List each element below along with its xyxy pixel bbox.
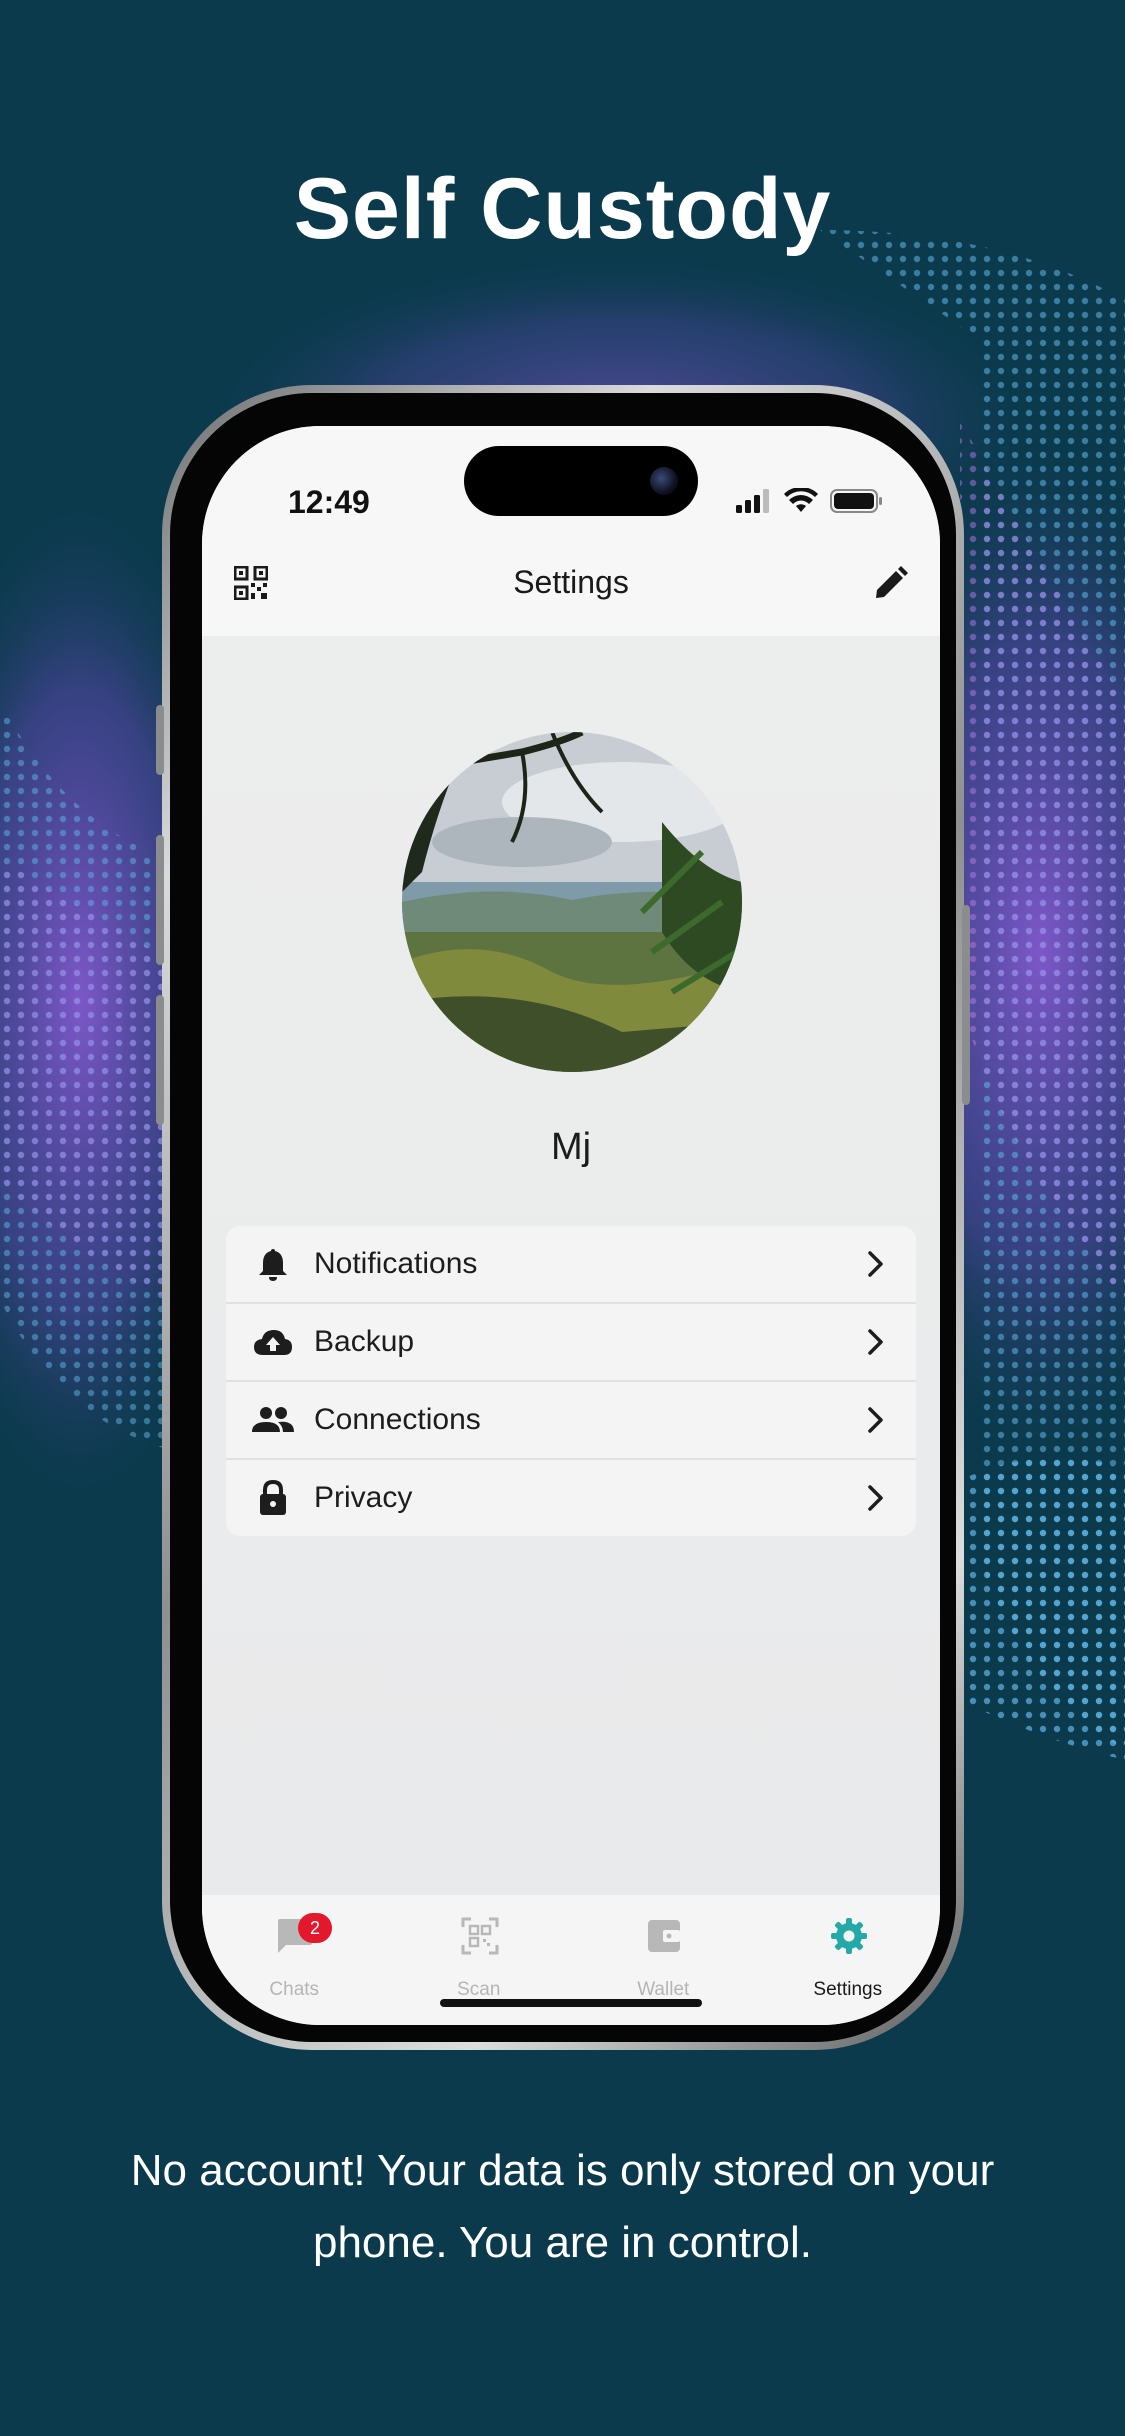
pencil-icon[interactable] [872, 566, 908, 602]
chevron-right-icon [868, 1485, 883, 1511]
phone-volume-up-button [156, 835, 164, 965]
signal-icon [736, 489, 769, 513]
battery-icon [830, 489, 882, 513]
headline: Self Custody [293, 161, 832, 257]
phone-screen: 12:49 Settings Mj Notifications Backup C… [202, 426, 940, 2025]
tab-label: Settings [813, 1979, 883, 2000]
menu-item-privacy[interactable]: Privacy [226, 1460, 916, 1536]
wifi-icon [784, 488, 818, 512]
profile-name: Mj [550, 1126, 592, 1168]
camera-icon [650, 467, 678, 495]
menu-item-label: Notifications [314, 1247, 478, 1280]
scan-icon [461, 1917, 498, 1955]
chevron-right-icon [868, 1251, 883, 1277]
menu-item-connections[interactable]: Connections [226, 1382, 916, 1460]
phone-action-button [156, 705, 164, 775]
menu-item-label: Privacy [314, 1481, 413, 1514]
settings-content: Mj Notifications Backup Connections Priv… [202, 636, 940, 1895]
chevron-right-icon [868, 1407, 883, 1433]
dynamic-island [464, 446, 698, 516]
lock-icon [252, 1477, 294, 1519]
page-title: Settings [513, 564, 629, 600]
bell-icon [252, 1243, 294, 1285]
gear-icon [830, 1918, 867, 1954]
menu-item-label: Connections [314, 1403, 481, 1436]
chevron-right-icon [868, 1329, 883, 1355]
phone-volume-down-button [156, 995, 164, 1125]
phone-power-button [962, 905, 970, 1105]
tab-label: Wallet [637, 1979, 690, 2000]
status-time: 12:49 [288, 484, 370, 520]
cloud-upload-icon [252, 1321, 294, 1363]
profile-avatar[interactable] [402, 732, 742, 1072]
status-icons [736, 488, 884, 514]
menu-item-notifications[interactable]: Notifications [226, 1226, 916, 1304]
menu-item-label: Backup [314, 1325, 415, 1358]
tab-label: Scan [457, 1979, 501, 2000]
status-bar: 12:49 [202, 426, 940, 546]
top-nav-bar: Settings [202, 546, 940, 636]
tab-settings[interactable]: Settings [756, 1895, 941, 2025]
home-indicator [440, 1999, 702, 2007]
phone-bezel: 12:49 Settings Mj Notifications Backup C… [170, 393, 956, 2042]
menu-item-backup[interactable]: Backup [226, 1304, 916, 1382]
phone-frame: 12:49 Settings Mj Notifications Backup C… [156, 385, 970, 2050]
people-icon [252, 1399, 294, 1441]
unread-badge: 2 [298, 1913, 332, 1943]
settings-menu: Notifications Backup Connections Privacy [226, 1226, 916, 1536]
caption-text: No account! Your data is only stored on … [130, 2146, 995, 2267]
landscape-photo-image [402, 732, 742, 1072]
tab-chats[interactable]: 2 Chats [202, 1895, 387, 2025]
wallet-icon [648, 1920, 680, 1952]
tab-label: Chats [269, 1979, 320, 2000]
